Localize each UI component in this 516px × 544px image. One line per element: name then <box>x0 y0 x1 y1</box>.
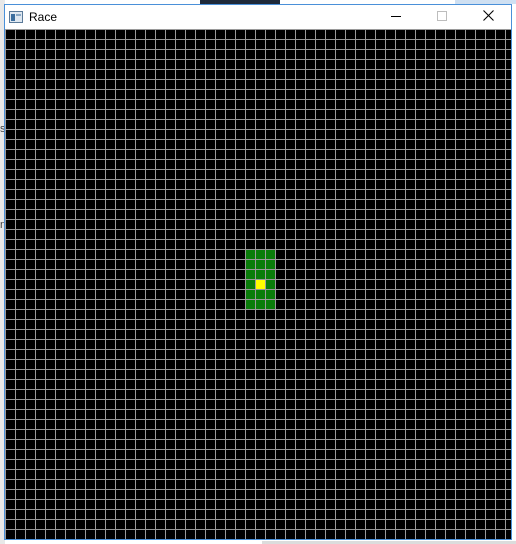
title-bar[interactable]: Race <box>5 5 511 29</box>
highlight-cell <box>245 289 255 299</box>
highlight-cell <box>265 269 275 279</box>
highlight-cell <box>265 279 275 289</box>
highlight-cell <box>255 259 265 269</box>
highlight-cell <box>255 249 265 259</box>
highlight-cell <box>265 299 275 309</box>
race-board[interactable] <box>5 29 511 539</box>
highlight-cell <box>265 249 275 259</box>
player-car <box>256 280 265 289</box>
app-icon <box>9 10 23 23</box>
close-button[interactable] <box>465 5 511 29</box>
highlight-cell <box>255 289 265 299</box>
board-grid <box>5 29 511 539</box>
highlight-cell <box>245 269 255 279</box>
maximize-button[interactable] <box>419 5 465 29</box>
highlight-cell <box>245 279 255 289</box>
highlight-cell <box>245 259 255 269</box>
close-icon <box>482 8 494 26</box>
highlight-cell <box>265 289 275 299</box>
maximize-icon <box>437 8 447 26</box>
minimize-icon <box>391 8 401 26</box>
highlight-cell <box>255 269 265 279</box>
minimize-button[interactable] <box>373 5 419 29</box>
race-window: Race <box>4 4 512 540</box>
highlight-cell <box>265 259 275 269</box>
highlight-cell <box>245 249 255 259</box>
highlight-cell <box>245 299 255 309</box>
highlight-cell <box>255 299 265 309</box>
window-title: Race <box>29 10 58 24</box>
